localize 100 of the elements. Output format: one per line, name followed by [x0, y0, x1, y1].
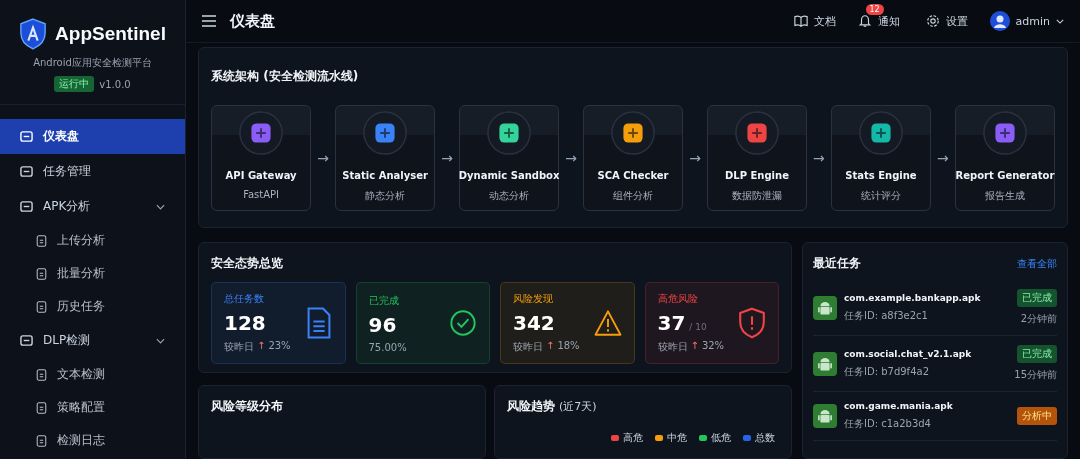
status-tag: 分析中 [1017, 407, 1057, 425]
menu-item-icon [20, 334, 33, 347]
sidebar-subitem[interactable]: 上传分析 [0, 224, 185, 257]
header-action[interactable]: 通知 12 [857, 3, 904, 29]
change-value: 32% [701, 340, 725, 353]
avatar-icon [989, 11, 1010, 31]
stat-label: 总任务数 [224, 292, 265, 306]
stage-subtitle: 统计评分 [860, 189, 901, 203]
task-name: com.example.bankapp.apk [844, 292, 982, 303]
task-name: com.game.mania.apk [844, 401, 954, 411]
stat-label: 高危风险 [657, 292, 699, 306]
document-icon [36, 401, 47, 414]
task-name: com.social.chat_v2.1.apk [844, 348, 973, 359]
bell-icon [857, 14, 872, 28]
task-id: 任务ID: a8f3e2c1 [844, 308, 929, 323]
task-row[interactable]: com.example.bankapp.apk 任务ID: a8f3e2c1 已完成 2分钟前 [813, 280, 1057, 336]
stage-subtitle: FastAPI [243, 189, 280, 200]
task-row[interactable]: com.game.mania.apk 任务ID: c1a2b3d4 分析中 [813, 392, 1057, 441]
book-icon [793, 14, 808, 28]
legend-label: 总数 [755, 431, 775, 445]
stat-label: 风险发现 [513, 292, 554, 306]
shield-logo-icon [19, 18, 48, 50]
task-time: 15分钟前 [1014, 368, 1057, 382]
view-all-link[interactable]: 查看全部 [1017, 256, 1057, 271]
sidebar-subitem[interactable]: 文本检测 [0, 358, 185, 391]
sidebar-item[interactable]: 仪表盘 [0, 119, 185, 154]
flow-arrow: → [689, 150, 701, 166]
notification-badge: 12 [865, 3, 884, 15]
trend-arrow: ↑ [546, 340, 555, 353]
compare-label: 较昨日 [513, 340, 543, 354]
stage-subtitle: 静态分析 [365, 189, 406, 203]
stage-subtitle: 数据防泄漏 [732, 189, 782, 203]
document-icon [36, 368, 47, 381]
android-icon [813, 295, 837, 320]
legend-label: 高危 [623, 431, 643, 445]
sidebar-item[interactable]: APK分析 [0, 189, 185, 224]
task-time: 2分钟前 [1020, 312, 1057, 326]
menu-item-icon [20, 200, 33, 213]
stat-value: 342 [513, 311, 555, 335]
stage-name: DLP Engine [725, 170, 789, 181]
sidebar-subitem[interactable]: 策略配置 [0, 391, 185, 424]
flow-arrow: → [317, 150, 329, 166]
document-icon [36, 234, 47, 247]
stage-name: SCA Checker [597, 170, 669, 181]
compare-label: 较昨日 [224, 340, 254, 354]
status-tag: 已完成 [1017, 289, 1057, 307]
document-icon [36, 434, 47, 447]
brand-subtitle: Android应用安全检测平台 [33, 56, 152, 70]
stat-value: 37 [657, 311, 686, 335]
sidebar-subitem[interactable]: 批量分析 [0, 257, 185, 290]
panel-title: 最近任务 [813, 255, 861, 272]
menu-icon[interactable] [202, 15, 216, 27]
flow-arrow: → [565, 150, 577, 166]
page-title: 仪表盘 [230, 11, 275, 31]
legend-label: 低危 [711, 431, 731, 445]
stage-subtitle: 报告生成 [984, 189, 1025, 203]
trend-arrow: ↑ [690, 340, 699, 353]
menu-item-icon [20, 165, 33, 178]
stat-suffix: / 10 [689, 322, 707, 332]
stage-name: Dynamic Sandbox [458, 170, 560, 181]
legend-label: 中危 [667, 431, 687, 445]
panel-title: 风险等级分布 [211, 398, 284, 415]
compare-label: 较昨日 [657, 340, 688, 354]
stage-subtitle: 动态分析 [489, 189, 530, 203]
panel-title: 风险趋势 [507, 398, 555, 415]
stage-name: Static Analyser [342, 170, 428, 181]
trend-arrow: ↑ [257, 340, 266, 353]
change-value: 18% [557, 340, 580, 353]
brand-name: AppSentinel [55, 23, 166, 45]
stage-name: API Gateway [225, 170, 297, 181]
stage-subtitle: 组件分析 [613, 189, 653, 203]
task-id: 任务ID: b7d9f4a2 [844, 364, 930, 379]
stage-name: Report Generator [955, 170, 1055, 181]
user-menu[interactable]: admin [989, 11, 1064, 31]
task-id: 任务ID: c1a2b3d4 [844, 417, 932, 431]
caret-icon [1056, 18, 1064, 24]
document-icon [36, 300, 47, 313]
header-action[interactable]: 设置 [925, 13, 968, 29]
document-icon [36, 267, 47, 280]
sidebar-subitem[interactable]: 历史任务 [0, 290, 185, 323]
change-value: 23% [268, 340, 291, 353]
panel-title: 安全态势总览 [211, 255, 284, 272]
settings-icon [925, 14, 940, 28]
sidebar-subitem[interactable]: 检测日志 [0, 424, 185, 457]
stat-value: 128 [224, 311, 266, 335]
header-action[interactable]: 文档 [793, 13, 836, 29]
version-label: v1.0.0 [99, 78, 131, 90]
panel-title: 系统架构 (安全检测流水线) [211, 68, 360, 85]
status-tag: 已完成 [1017, 345, 1057, 363]
stat-label: 已完成 [368, 293, 400, 308]
menu-item-icon [20, 130, 33, 143]
task-row[interactable]: com.social.chat_v2.1.apk 任务ID: b7d9f4a2 已完成 15分钟前 [813, 336, 1057, 392]
flow-arrow: → [813, 150, 825, 166]
stat-value: 96 [368, 312, 397, 337]
sidebar-item[interactable]: 任务管理 [0, 154, 185, 189]
android-icon [813, 404, 837, 428]
status-tag: 运行中 [54, 76, 95, 92]
flow-arrow: → [937, 150, 949, 166]
sidebar-item[interactable]: DLP检测 [0, 323, 185, 358]
panel-title-note: (近7天) [559, 399, 597, 414]
